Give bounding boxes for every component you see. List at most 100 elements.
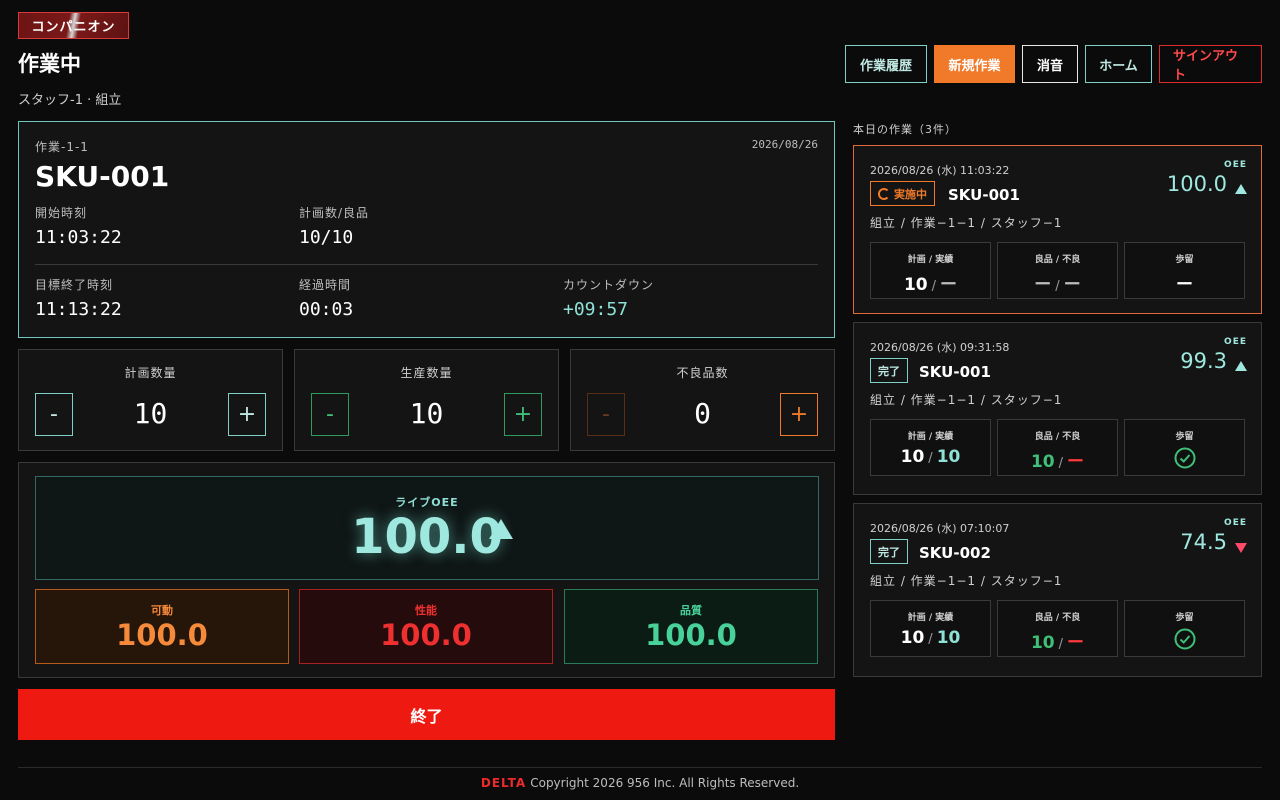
stat-separator: / — [931, 279, 937, 294]
page-subtitle: スタッフ-1 · 組立 — [18, 93, 122, 108]
start-time-value: 11:03:22 — [35, 227, 122, 248]
availability-label: 可動 — [151, 604, 173, 617]
task-datetime: 2026/08/26 (水) 07:10:07 — [870, 522, 1010, 535]
yield-label: 歩留 — [1175, 255, 1194, 265]
oee-label: OEE — [1224, 160, 1247, 170]
trend-up-icon — [1235, 361, 1247, 371]
trend-down-icon — [1235, 543, 1247, 553]
planned-quantity-increment-button[interactable]: + — [228, 393, 266, 436]
stat-separator: / — [928, 632, 933, 647]
new-job-button[interactable]: 新規作業 — [934, 45, 1015, 83]
home-button[interactable]: ホーム — [1085, 45, 1152, 83]
elapsed-value: 00:03 — [299, 299, 354, 320]
task-card-2[interactable]: 2026/08/26 (水) 09:31:58 完了 SKU-001 組立 / … — [853, 322, 1262, 495]
footer-copyright: Copyright 2026 956 Inc. All Rights Reser… — [530, 776, 800, 790]
defect-count-label: 不良品数 — [676, 366, 729, 380]
task-datetime: 2026/08/26 (水) 09:31:58 — [870, 341, 1010, 354]
plan-value: 10 — [903, 275, 928, 295]
target-end-value: 11:13:22 — [35, 299, 122, 320]
plan-good-label: 計画数/良品 — [299, 206, 370, 220]
task-sku: SKU-001 — [948, 186, 1020, 204]
plan-value: 10 — [900, 447, 925, 467]
trend-up-icon — [1235, 184, 1247, 194]
job-date: 2026/08/26 — [751, 138, 818, 151]
defect-count-increment-button[interactable]: + — [780, 393, 818, 436]
produced-quantity-label: 生産数量 — [400, 366, 453, 380]
oee-panel: ライブOEE 100.0 可動 100.0 性能 100.0 品質 100.0 — [18, 462, 835, 678]
plan-value: 10 — [900, 628, 925, 648]
actual-value: ー — [940, 275, 958, 295]
oee-label: OEE — [1224, 518, 1247, 528]
status-badge-label: 実施中 — [894, 187, 927, 201]
countdown-label: カウントダウン — [563, 278, 655, 292]
yield-label: 歩留 — [1175, 432, 1194, 442]
yield-label: 歩留 — [1175, 613, 1194, 623]
start-time-label: 開始時刻 — [35, 206, 88, 220]
history-button[interactable]: 作業履歴 — [845, 45, 927, 83]
oee-label: OEE — [1224, 337, 1247, 347]
brand-logo: コンパニオン — [18, 12, 129, 39]
footer: DELTA Copyright 2026 956 Inc. All Rights … — [0, 776, 1280, 790]
yield-stat: 歩留 — [1124, 419, 1245, 476]
stat-separator: / — [1058, 637, 1064, 652]
stat-separator: / — [1055, 279, 1060, 294]
good-bad-stat: 良品 / 不良 ー / ー — [997, 242, 1118, 299]
performance-label: 性能 — [415, 604, 437, 617]
elapsed-label: 経過時間 — [299, 278, 352, 292]
planned-quantity-label: 計画数量 — [124, 366, 177, 380]
plan-actual-label: 計画 / 実績 — [907, 613, 954, 623]
today-tasks-label: 本日の作業（3件） — [853, 123, 957, 136]
plan-actual-stat: 計画 / 実績 10/ー — [870, 242, 991, 299]
good-bad-label: 良品 / 不良 — [1034, 255, 1081, 265]
current-job-card: 作業-1-1 2026/08/26 SKU-001 開始時刻 11:03:22 … — [18, 121, 835, 338]
task-sku: SKU-001 — [919, 363, 991, 381]
page-title: 作業中 — [18, 52, 81, 76]
mute-button[interactable]: 消音 — [1022, 45, 1078, 83]
defect-count-counter: 不良品数 - 0 + — [570, 349, 835, 451]
good-value: 10 — [1030, 452, 1055, 472]
yield-value: ー — [1176, 275, 1193, 295]
target-end-label: 目標終了時刻 — [35, 278, 114, 292]
plan-actual-stat: 計画 / 実績 10/10 — [870, 419, 991, 476]
good-bad-label: 良品 / 不良 — [1034, 432, 1081, 442]
good-value: ー — [1034, 275, 1052, 295]
task-path: 組立 / 作業−1−1 / スタッフ−1 — [870, 216, 1063, 230]
yield-stat: 歩留 ー — [1124, 242, 1245, 299]
task-card-3[interactable]: 2026/08/26 (水) 07:10:07 完了 SKU-002 組立 / … — [853, 503, 1262, 677]
job-card-divider — [35, 264, 818, 265]
task-datetime: 2026/08/26 (水) 11:03:22 — [870, 164, 1010, 177]
plan-actual-stat: 計画 / 実績 10/10 — [870, 600, 991, 657]
status-badge: 完了 — [870, 539, 908, 564]
live-oee-value: 100.0 — [351, 509, 503, 565]
status-badge: 実施中 — [870, 181, 935, 206]
plan-actual-label: 計画 / 実績 — [907, 432, 954, 442]
sign-out-button[interactable]: サインアウト — [1159, 45, 1262, 83]
task-card-1[interactable]: 2026/08/26 (水) 11:03:22 実施中 SKU-001 組立 /… — [853, 145, 1262, 314]
good-bad-stat: 良品 / 不良 10/ー — [997, 600, 1118, 657]
task-oee-value: 74.5 — [1180, 530, 1227, 554]
produced-quantity-counter: 生産数量 - 10 + — [294, 349, 559, 451]
finish-button[interactable]: 終了 — [18, 689, 835, 740]
top-navigation: 作業履歴 新規作業 消音 ホーム サインアウト — [845, 45, 1262, 83]
task-path: 組立 / 作業−1−1 / スタッフ−1 — [870, 393, 1063, 407]
availability-metric: 可動 100.0 — [35, 589, 289, 664]
countdown-value: +09:57 — [563, 299, 629, 320]
live-oee-label: ライブOEE — [395, 496, 459, 509]
quality-metric: 品質 100.0 — [564, 589, 818, 664]
footer-divider — [18, 767, 1262, 768]
yield-stat: 歩留 — [1124, 600, 1245, 657]
quality-label: 品質 — [680, 604, 702, 617]
performance-metric: 性能 100.0 — [299, 589, 553, 664]
availability-value: 100.0 — [116, 618, 208, 652]
actual-value: 10 — [936, 447, 961, 467]
produced-quantity-increment-button[interactable]: + — [504, 393, 542, 436]
check-circle-icon — [1174, 628, 1195, 650]
job-id: 作業-1-1 — [35, 140, 89, 154]
status-badge: 完了 — [870, 358, 908, 383]
check-circle-icon — [1174, 447, 1195, 469]
quality-value: 100.0 — [645, 618, 737, 652]
planned-quantity-counter: 計画数量 - 10 + — [18, 349, 283, 451]
trend-up-icon — [489, 519, 513, 539]
good-bad-stat: 良品 / 不良 10/ー — [997, 419, 1118, 476]
task-oee-value: 100.0 — [1166, 172, 1227, 196]
